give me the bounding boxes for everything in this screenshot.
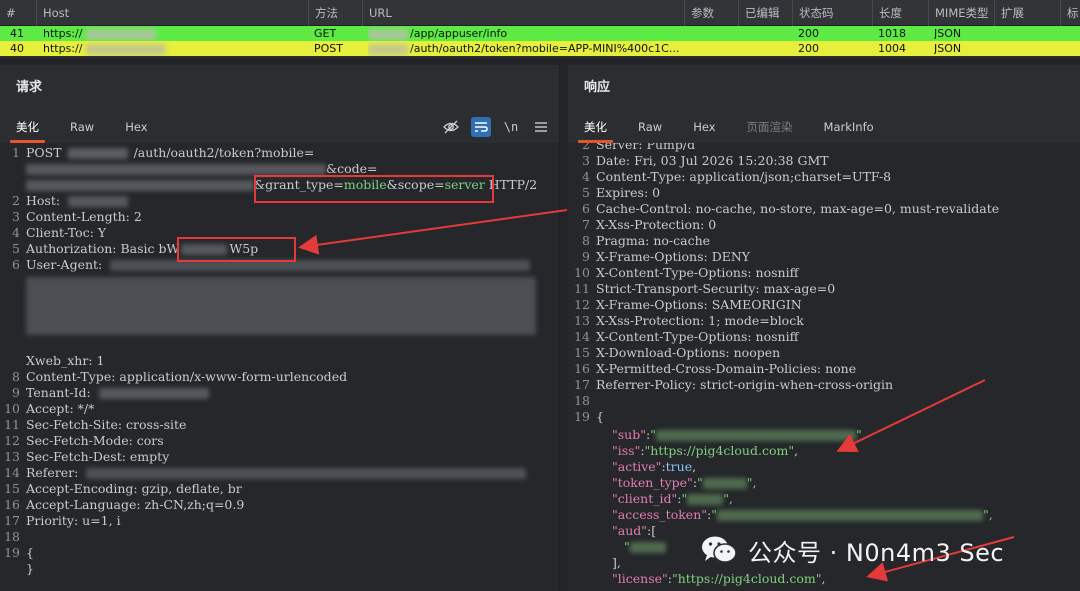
highlight-grant-type	[254, 175, 494, 203]
row-host: https://	[43, 26, 303, 41]
json-line: "access_token":" ",	[612, 507, 993, 522]
code-line: 11 Sec-Fetch-Site: cross-site	[4, 417, 187, 432]
col-extension[interactable]: 扩展	[994, 0, 1060, 26]
code-line: 10 X-Content-Type-Options: nosniff	[574, 265, 799, 280]
tab-render[interactable]: 页面渲染	[737, 111, 803, 143]
tab-raw[interactable]: Raw	[628, 111, 672, 143]
code-line: 13 Sec-Fetch-Dest: empty	[4, 449, 170, 464]
request-title: 请求	[16, 80, 43, 95]
tab-hex[interactable]: Hex	[683, 111, 725, 143]
col-status[interactable]: 状态码	[792, 0, 872, 26]
row-number: 40	[10, 42, 24, 55]
code-line: 15 X-Download-Options: noopen	[574, 345, 781, 360]
col-comment[interactable]: 标	[1060, 0, 1080, 26]
redacted-block	[0, 273, 559, 343]
divider	[0, 58, 1080, 65]
code-line: 3 Content-Length: 2	[12, 209, 142, 224]
row-host: https://	[43, 41, 303, 56]
json-line: "iss":"https://pig4cloud.com",	[612, 443, 799, 458]
code-line: 3 Date: Fri, 03 Jul 2026 15:20:38 GMT	[582, 153, 829, 168]
tab-pretty[interactable]: 美化	[574, 111, 617, 143]
row-url: /auth/oauth2/token?mobile=APP-MINI%400c1…	[368, 41, 684, 56]
row-length: 1018	[878, 27, 906, 40]
code-line: 13 X-Xss-Protection: 1; mode=block	[574, 313, 804, 328]
history-table-header: # Host 方法 URL 参数 已编辑 状态码 长度 MIME类型 扩展 标	[0, 0, 1080, 26]
row-status: 200	[798, 42, 819, 55]
code-line: 12 Sec-Fetch-Mode: cors	[4, 433, 164, 448]
code-line: 11 Strict-Transport-Security: max-age=0	[574, 281, 836, 296]
code-line: 6 Cache-Control: no-cache, no-store, max-…	[582, 201, 1000, 216]
tab-pretty[interactable]: 美化	[6, 111, 49, 143]
code-line: 19{	[574, 409, 604, 424]
row-method: GET	[314, 27, 337, 40]
tab-hex[interactable]: Hex	[115, 111, 157, 143]
code-line: 17 Priority: u=1, i	[4, 513, 121, 528]
newline-icon[interactable]: \n	[501, 117, 521, 137]
col-mime[interactable]: MIME类型	[928, 0, 994, 26]
code-line: 2 Server: Pump/d	[582, 143, 696, 152]
code-line: 8 Pragma: no-cache	[582, 233, 711, 248]
request-pane: 请求 美化 Raw Hex \n 1 POST/auth/oauth2/toke…	[0, 65, 560, 591]
wechat-icon	[700, 534, 738, 566]
code-line: 1 POST/auth/oauth2/token?mobile=	[12, 145, 315, 160]
response-editor[interactable]: 2 Server: Pump/d 3 Date: Fri, 03 Jul 2026 …	[568, 143, 1080, 591]
row-mime: JSON	[934, 42, 962, 55]
response-title: 响应	[584, 80, 611, 95]
row-url: /app/appuser/info	[368, 26, 684, 41]
code-line: 9 X-Frame-Options: DENY	[582, 249, 751, 264]
watermark: 公众号 · N0n4m3 Sec	[700, 530, 1004, 570]
json-line: "token_type":" ",	[612, 475, 757, 490]
json-line: "client_id":" ",	[612, 491, 733, 506]
row-method: POST	[314, 42, 343, 55]
code-line: 8 Content-Type: application/x-www-form-ur…	[12, 369, 348, 384]
pane-splitter[interactable]	[560, 65, 568, 591]
code-line: 4 Content-Type: application/json;charset=…	[582, 169, 892, 184]
request-tabs: 美化 Raw Hex \n	[0, 111, 559, 143]
col-length[interactable]: 长度	[872, 0, 928, 26]
row-mime: JSON	[934, 27, 962, 40]
hide-icon[interactable]	[441, 117, 461, 137]
request-editor[interactable]: 1 POST/auth/oauth2/token?mobile= &code= …	[0, 143, 559, 591]
col-method[interactable]: 方法	[308, 0, 362, 26]
code-line: 5 Expires: 0	[582, 185, 661, 200]
wrap-lines-icon[interactable]	[471, 117, 491, 137]
row-status: 200	[798, 27, 819, 40]
col-number[interactable]: #	[6, 0, 36, 26]
row-length: 1004	[878, 42, 906, 55]
col-edited[interactable]: 已编辑	[738, 0, 792, 26]
watermark-text: 公众号 · N0n4m3 Sec	[748, 538, 1005, 567]
code-line: 12 X-Frame-Options: SAMEORIGIN	[574, 297, 802, 312]
table-row[interactable]: 41 https:// GET /app/appuser/info 200 10…	[0, 26, 1080, 41]
col-host[interactable]: Host	[36, 0, 308, 26]
col-params[interactable]: 参数	[684, 0, 738, 26]
highlight-authorization	[177, 237, 296, 262]
col-url[interactable]: URL	[362, 0, 684, 26]
response-pane: 响应 美化 Raw Hex 页面渲染 MarkInfo 2 Server: Pum…	[568, 65, 1080, 591]
code-line: 15 Accept-Encoding: gzip, deflate, br	[4, 481, 242, 496]
code-line: 9 Tenant-Id:	[0, 385, 559, 401]
code-line: 14 Referer:	[0, 465, 559, 481]
code-line: 16 X-Permitted-Cross-Domain-Policies: non…	[574, 361, 857, 376]
code-line: 17 Referrer-Policy: strict-origin-when-cr…	[574, 377, 894, 392]
code-line: 19{	[4, 545, 34, 560]
tab-markinfo[interactable]: MarkInfo	[814, 111, 884, 143]
code-line: 16 Accept-Language: zh-CN,zh;q=0.9	[4, 497, 245, 512]
request-toolbar: \n	[441, 117, 551, 137]
menu-icon[interactable]	[531, 117, 551, 137]
code-line: 10 Accept: */*	[4, 401, 95, 416]
json-line: "license":"https://pig4cloud.com",	[612, 571, 826, 586]
code-line: }	[26, 561, 34, 576]
code-line: 18	[574, 393, 590, 408]
tab-raw[interactable]: Raw	[60, 111, 104, 143]
code-line: 18	[4, 529, 20, 544]
json-line: "sub":" ",	[612, 427, 866, 442]
response-tabs: 美化 Raw Hex 页面渲染 MarkInfo	[568, 111, 1080, 143]
json-line: "active":true,	[612, 459, 697, 474]
row-number: 41	[10, 27, 24, 40]
code-line: 14 X-Content-Type-Options: nosniff	[574, 329, 799, 344]
table-row-selected[interactable]: 40 https:// POST /auth/oauth2/token?mobi…	[0, 41, 1080, 56]
history-table: # Host 方法 URL 参数 已编辑 状态码 长度 MIME类型 扩展 标 …	[0, 0, 1080, 58]
code-line: Xweb_xhr: 1	[26, 353, 105, 368]
code-line: 7 X-Xss-Protection: 0	[582, 217, 717, 232]
